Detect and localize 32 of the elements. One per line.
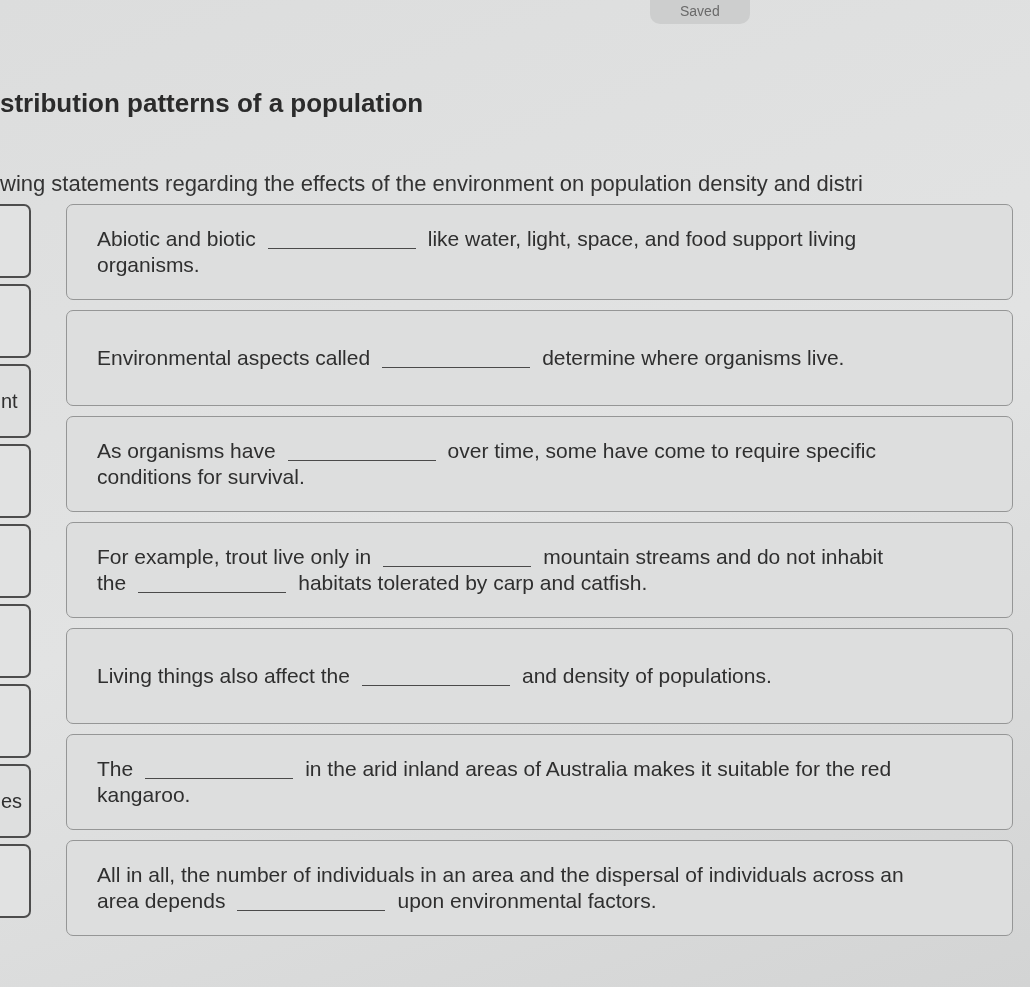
statement-text: and density of populations. — [521, 663, 772, 689]
statement-text: mountain streams and do not inhabit — [543, 544, 883, 570]
statement-text: upon environmental factors. — [397, 888, 657, 914]
statement-text: over time, some have come to require specific — [447, 438, 876, 464]
page-title: stribution patterns of a population — [0, 87, 424, 119]
statement-text: All in all, the number of individuals in an area and the dispersal of individuals across an — [97, 862, 904, 888]
answer-tile[interactable]: nt — [0, 364, 31, 438]
answer-tile[interactable] — [0, 284, 31, 358]
statement-text: For example, trout live only in — [97, 544, 372, 570]
statement-text: Abiotic and biotic — [97, 226, 256, 252]
statement-text: area depends — [97, 888, 226, 914]
statement-text: The — [97, 756, 134, 782]
answer-tile[interactable] — [0, 204, 31, 278]
statement-text: Environmental aspects called — [97, 345, 371, 371]
statement-text: determine where organisms live. — [542, 345, 845, 371]
statement-text: As organisms have — [97, 438, 276, 464]
statement-text: kangaroo. — [97, 782, 191, 808]
statement-text: conditions for survival. — [97, 464, 305, 490]
statement-text: organisms. — [97, 252, 200, 278]
statement-text: like water, light, space, and food support living — [427, 226, 857, 252]
answer-tile[interactable] — [0, 444, 31, 518]
answer-tile[interactable] — [0, 604, 31, 678]
statement-text: Living things also affect the — [97, 663, 350, 689]
answer-tile[interactable] — [0, 684, 31, 758]
statement-text: habitats tolerated by carp and catfish. — [298, 570, 648, 596]
statement-text: the — [97, 570, 127, 596]
statement-text: in the arid inland areas of Australia makes it suitable for the red — [305, 756, 892, 782]
instructions-text: wing statements regarding the effects of the environment on population density and distri — [0, 170, 863, 198]
saved-status: Saved — [650, 0, 750, 24]
answer-tile[interactable] — [0, 524, 31, 598]
answer-tile[interactable] — [0, 844, 31, 918]
answer-tile[interactable]: es — [0, 764, 31, 838]
